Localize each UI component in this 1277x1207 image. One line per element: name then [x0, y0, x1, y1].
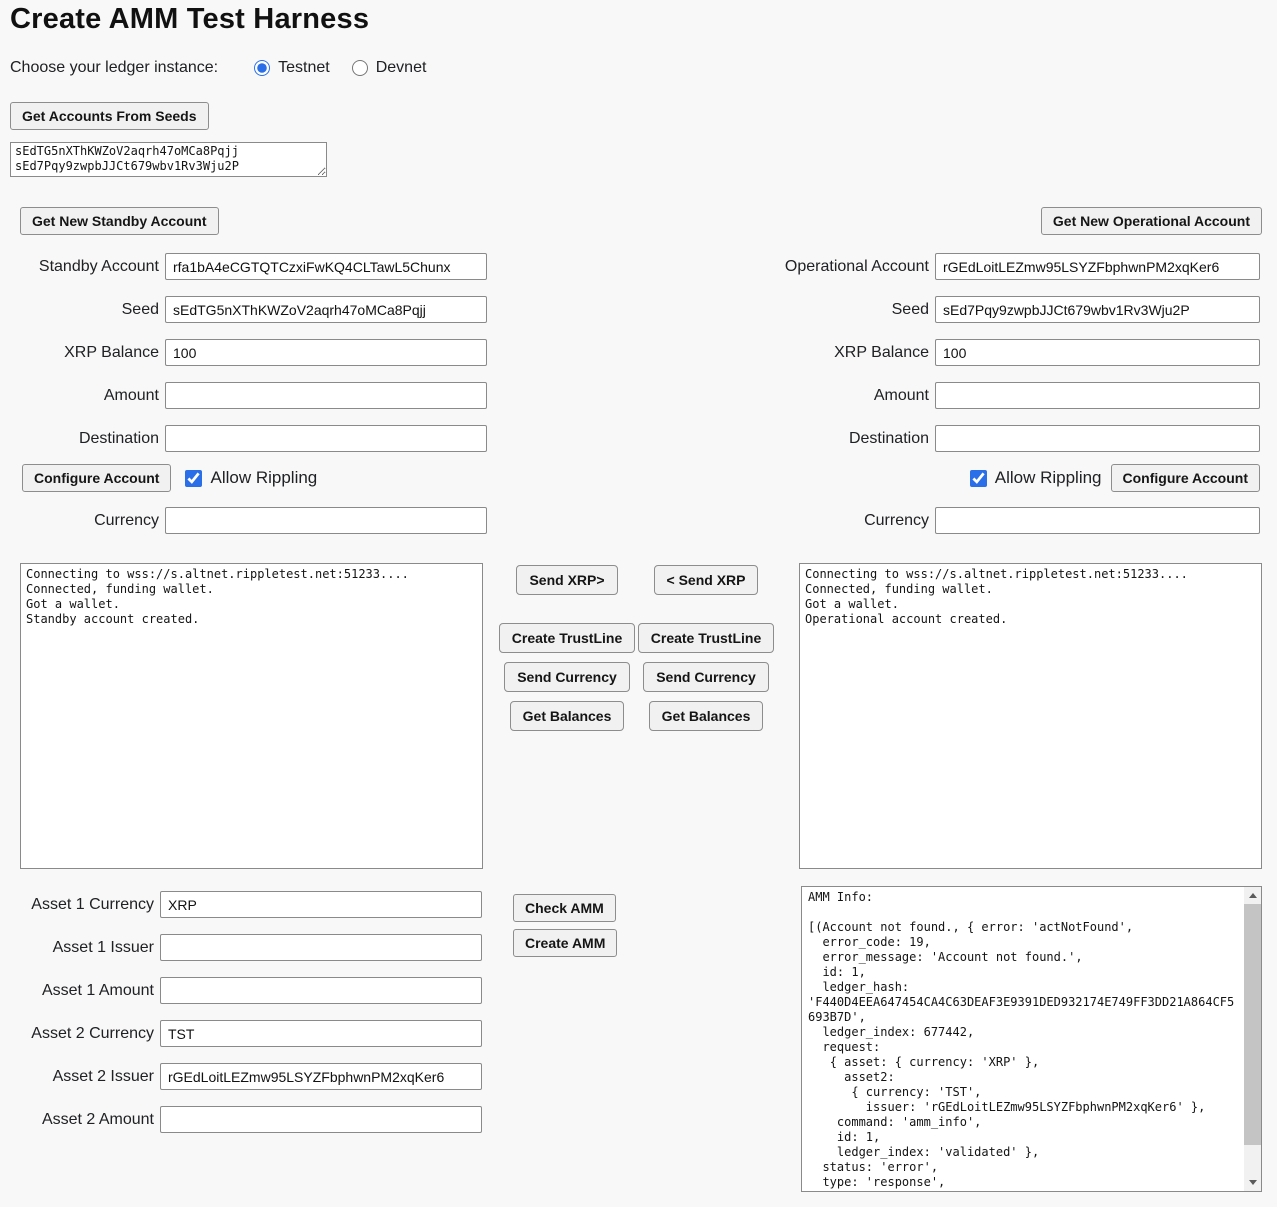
asset1-currency-row: Asset 1 Currency: [0, 891, 484, 918]
operational-configure-row: Allow Rippling Configure Account: [970, 464, 1260, 492]
standby-currency-input[interactable]: [165, 507, 487, 534]
standby-allow-rippling-checkbox[interactable]: [185, 470, 202, 487]
operational-amount-row: Amount: [690, 382, 1260, 409]
seeds-textarea[interactable]: sEdTG5nXThKWZoV2aqrh47oMCa8Pqjj sEd7Pqy9…: [10, 142, 327, 177]
amm-info-scrollbar[interactable]: [1244, 887, 1261, 1191]
standby-create-trustline-button[interactable]: Create TrustLine: [499, 623, 635, 653]
operational-account-label: Operational Account: [690, 258, 935, 276]
check-amm-button[interactable]: Check AMM: [513, 894, 616, 922]
operational-currency-row: Currency: [690, 507, 1260, 534]
operational-get-balances-button[interactable]: Get Balances: [649, 701, 764, 731]
standby-currency-row: Currency: [0, 507, 487, 534]
asset2-issuer-label: Asset 2 Issuer: [0, 1068, 160, 1086]
ledger-option-devnet[interactable]: Devnet: [352, 59, 427, 77]
testnet-radio-label: Testnet: [278, 59, 330, 77]
asset2-amount-row: Asset 2 Amount: [0, 1106, 484, 1133]
standby-amount-row: Amount: [0, 382, 487, 409]
asset2-issuer-input[interactable]: [160, 1063, 482, 1090]
operational-destination-row: Destination: [690, 425, 1260, 452]
scroll-down-icon[interactable]: [1244, 1174, 1261, 1191]
standby-seed-input[interactable]: [165, 296, 487, 323]
operational-account-input[interactable]: [935, 253, 1260, 280]
operational-xrp-balance-input[interactable]: [935, 339, 1260, 366]
standby-account-input[interactable]: [165, 253, 487, 280]
operational-currency-label: Currency: [690, 512, 935, 530]
standby-configure-row: Configure Account Allow Rippling: [22, 464, 317, 492]
devnet-radio-label: Devnet: [376, 59, 427, 77]
operational-account-row: Operational Account: [690, 253, 1260, 280]
standby-allow-rippling[interactable]: Allow Rippling: [185, 468, 317, 488]
standby-send-xrp-button[interactable]: Send XRP>: [516, 565, 617, 595]
scroll-up-icon[interactable]: [1244, 887, 1261, 904]
operational-seed-input[interactable]: [935, 296, 1260, 323]
operational-create-trustline-button[interactable]: Create TrustLine: [638, 623, 774, 653]
operational-actions-column: < Send XRP Create TrustLine Send Currenc…: [640, 565, 772, 740]
ledger-chooser: Choose your ledger instance: Testnet Dev…: [10, 59, 426, 77]
operational-configure-account-button[interactable]: Configure Account: [1111, 464, 1260, 492]
standby-actions-column: Send XRP> Create TrustLine Send Currency…: [501, 565, 633, 740]
amm-info-panel: AMM Info: [(Account not found., { error:…: [801, 886, 1262, 1192]
ledger-option-testnet[interactable]: Testnet: [254, 59, 330, 77]
standby-account-row: Standby Account: [0, 253, 487, 280]
asset1-amount-input[interactable]: [160, 977, 482, 1004]
operational-allow-rippling[interactable]: Allow Rippling: [970, 468, 1102, 488]
standby-seed-label: Seed: [0, 301, 165, 319]
get-new-operational-account-button[interactable]: Get New Operational Account: [1041, 207, 1262, 235]
asset1-amount-label: Asset 1 Amount: [0, 982, 160, 1000]
amm-info-content: AMM Info: [(Account not found., { error:…: [802, 887, 1244, 1191]
asset1-currency-label: Asset 1 Currency: [0, 896, 160, 914]
asset2-issuer-row: Asset 2 Issuer: [0, 1063, 484, 1090]
standby-log-textarea[interactable]: Connecting to wss://s.altnet.rippletest.…: [20, 563, 483, 869]
scrollbar-thumb[interactable]: [1244, 904, 1261, 1145]
standby-amount-label: Amount: [0, 387, 165, 405]
operational-amount-input[interactable]: [935, 382, 1260, 409]
operational-allow-rippling-checkbox[interactable]: [970, 470, 987, 487]
get-accounts-from-seeds-button[interactable]: Get Accounts From Seeds: [10, 102, 209, 130]
standby-destination-label: Destination: [0, 430, 165, 448]
standby-currency-label: Currency: [0, 512, 165, 530]
get-new-standby-account-button[interactable]: Get New Standby Account: [20, 207, 219, 235]
ledger-chooser-label: Choose your ledger instance:: [10, 59, 218, 77]
page-title: Create AMM Test Harness: [10, 3, 369, 36]
operational-send-currency-button[interactable]: Send Currency: [643, 662, 769, 692]
operational-send-xrp-button[interactable]: < Send XRP: [654, 565, 759, 595]
standby-send-currency-button[interactable]: Send Currency: [504, 662, 630, 692]
standby-allow-rippling-label: Allow Rippling: [210, 468, 317, 488]
asset2-amount-label: Asset 2 Amount: [0, 1111, 160, 1129]
standby-configure-account-button[interactable]: Configure Account: [22, 464, 171, 492]
standby-destination-row: Destination: [0, 425, 487, 452]
asset2-currency-row: Asset 2 Currency: [0, 1020, 484, 1047]
asset2-currency-input[interactable]: [160, 1020, 482, 1047]
asset2-amount-input[interactable]: [160, 1106, 482, 1133]
operational-amount-label: Amount: [690, 387, 935, 405]
standby-amount-input[interactable]: [165, 382, 487, 409]
operational-seed-row: Seed: [690, 296, 1260, 323]
asset2-currency-label: Asset 2 Currency: [0, 1025, 160, 1043]
standby-get-balances-button[interactable]: Get Balances: [510, 701, 625, 731]
operational-allow-rippling-label: Allow Rippling: [995, 468, 1102, 488]
standby-destination-input[interactable]: [165, 425, 487, 452]
devnet-radio[interactable]: [352, 60, 368, 76]
asset1-issuer-row: Asset 1 Issuer: [0, 934, 484, 961]
asset1-issuer-input[interactable]: [160, 934, 482, 961]
operational-destination-input[interactable]: [935, 425, 1260, 452]
standby-seed-row: Seed: [0, 296, 487, 323]
operational-seed-label: Seed: [690, 301, 935, 319]
asset1-currency-input[interactable]: [160, 891, 482, 918]
standby-xrp-balance-input[interactable]: [165, 339, 487, 366]
amm-test-harness-page: Create AMM Test Harness Choose your ledg…: [0, 0, 1277, 1207]
operational-destination-label: Destination: [690, 430, 935, 448]
asset1-amount-row: Asset 1 Amount: [0, 977, 484, 1004]
testnet-radio[interactable]: [254, 60, 270, 76]
standby-xrp-balance-label: XRP Balance: [0, 344, 165, 362]
operational-log-textarea[interactable]: Connecting to wss://s.altnet.rippletest.…: [799, 563, 1262, 869]
asset1-issuer-label: Asset 1 Issuer: [0, 939, 160, 957]
standby-xrp-balance-row: XRP Balance: [0, 339, 487, 366]
create-amm-button[interactable]: Create AMM: [513, 929, 617, 957]
operational-xrp-balance-row: XRP Balance: [690, 339, 1260, 366]
operational-currency-input[interactable]: [935, 507, 1260, 534]
operational-xrp-balance-label: XRP Balance: [690, 344, 935, 362]
standby-account-label: Standby Account: [0, 258, 165, 276]
